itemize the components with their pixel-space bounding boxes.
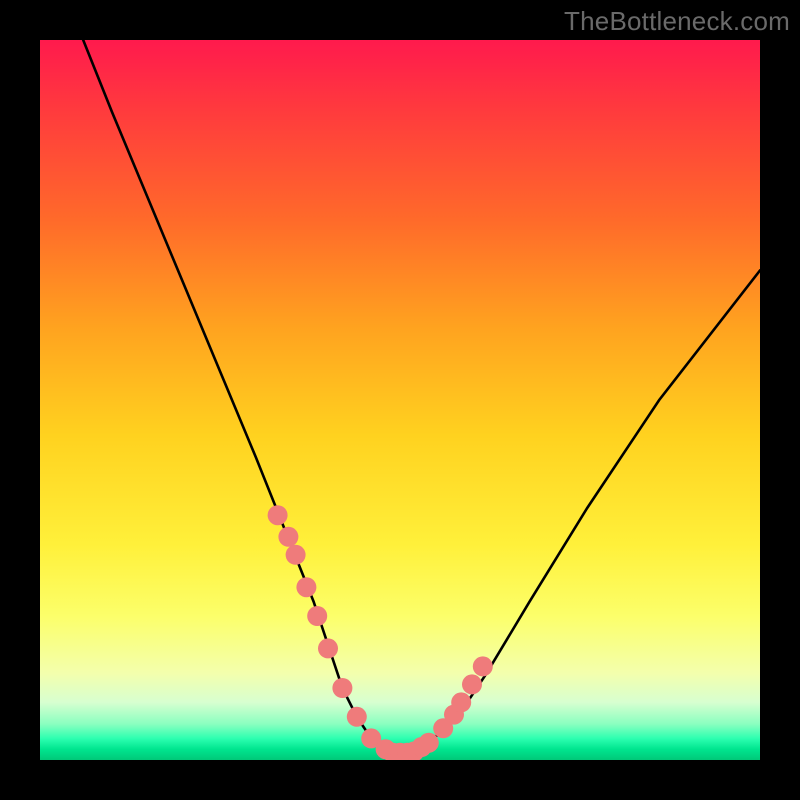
highlight-point xyxy=(462,674,482,694)
chart-svg xyxy=(40,40,760,760)
highlight-point xyxy=(347,707,367,727)
bottleneck-curve xyxy=(83,40,760,753)
highlight-point xyxy=(419,733,439,753)
highlight-point xyxy=(473,656,493,676)
watermark-label: TheBottleneck.com xyxy=(564,6,790,37)
highlight-point xyxy=(296,577,316,597)
chart-frame: TheBottleneck.com xyxy=(0,0,800,800)
highlight-point xyxy=(318,638,338,658)
highlighted-points-group xyxy=(268,505,493,760)
highlight-point xyxy=(278,527,298,547)
highlight-point xyxy=(268,505,288,525)
highlight-point xyxy=(286,545,306,565)
highlight-point xyxy=(307,606,327,626)
highlight-point xyxy=(332,678,352,698)
highlight-point xyxy=(451,692,471,712)
plot-area xyxy=(40,40,760,760)
